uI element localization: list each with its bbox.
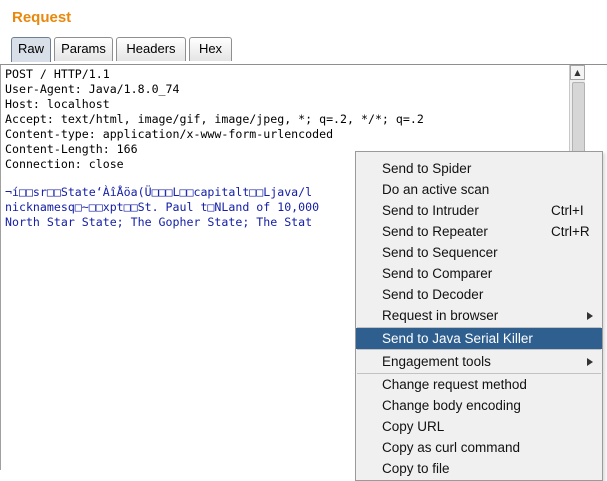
menu-item-label: Change request method: [382, 377, 527, 392]
menu-item-label: Send to Spider: [382, 161, 472, 176]
menu-item-label: Change body encoding: [382, 398, 521, 413]
menu-item-label: Copy as curl command: [382, 440, 521, 455]
menu-item-label: Send to Decoder: [382, 287, 484, 302]
menu-item-send-to-decoder[interactable]: Send to Decoder: [356, 284, 602, 305]
menu-item-shortcut: Ctrl+R: [551, 224, 590, 239]
request-line: POST / HTTP/1.1: [5, 67, 110, 81]
menu-item-change-body-encoding[interactable]: Change body encoding: [356, 395, 602, 416]
tab-raw[interactable]: Raw: [11, 37, 51, 62]
header-line: Content-type: application/x-www-form-url…: [5, 127, 334, 141]
menu-item-label: Copy URL: [382, 419, 445, 434]
header-line: Connection: close: [5, 157, 124, 171]
header-line: Accept: text/html, image/gif, image/jpeg…: [5, 112, 424, 126]
menu-item-copy-url[interactable]: Copy URL: [356, 416, 602, 437]
menu-item-copy-to-file[interactable]: Copy to file: [356, 458, 602, 479]
menu-item-send-to-spider[interactable]: Send to Spider: [356, 158, 602, 179]
menu-item-label: Do an active scan: [382, 182, 490, 197]
tab-headers[interactable]: Headers: [116, 37, 186, 61]
header-line: User-Agent: Java/1.8.0_74: [5, 82, 180, 96]
scroll-up-arrow-icon[interactable]: ▲: [570, 65, 585, 80]
menu-item-request-in-browser[interactable]: Request in browser: [356, 305, 602, 326]
tab-params[interactable]: Params: [54, 37, 113, 61]
request-panel-title: Request: [12, 9, 72, 26]
menu-item-shortcut: Ctrl+I: [551, 203, 584, 218]
menu-item-send-to-intruder[interactable]: Send to Intruder Ctrl+I: [356, 200, 602, 221]
menu-item-label: Send to Java Serial Killer: [382, 331, 533, 346]
menu-item-label: Send to Comparer: [382, 266, 493, 281]
menu-item-copy-as-curl[interactable]: Copy as curl command: [356, 437, 602, 458]
tab-hex[interactable]: Hex: [189, 37, 232, 61]
menu-item-label: Send to Intruder: [382, 203, 479, 218]
body-line: nicknamesq□~□□xpt□□St. Paul t□NLand of 1…: [5, 200, 320, 214]
menu-item-send-to-comparer[interactable]: Send to Comparer: [356, 263, 602, 284]
menu-item-label: Engagement tools: [382, 354, 491, 369]
menu-item-label: Copy to file: [382, 461, 450, 476]
body-line: North Star State; The Gopher State; The …: [5, 215, 313, 229]
menu-item-active-scan[interactable]: Do an active scan: [356, 179, 602, 200]
menu-item-engagement-tools[interactable]: Engagement tools: [356, 351, 602, 372]
menu-item-label: Send to Repeater: [382, 224, 488, 239]
menu-separator: [357, 349, 601, 350]
body-line: ¬í□□sr□□State‘ÀîÅöa(Ü□□□L□□capitalt□□Lja…: [5, 185, 313, 199]
submenu-arrow-icon: [587, 312, 593, 320]
menu-item-send-to-sequencer[interactable]: Send to Sequencer: [356, 242, 602, 263]
context-menu: Send to Spider Do an active scan Send to…: [355, 151, 603, 481]
menu-item-change-request-method[interactable]: Change request method: [356, 374, 602, 395]
header-line: Host: localhost: [5, 97, 110, 111]
menu-item-send-to-repeater[interactable]: Send to Repeater Ctrl+R: [356, 221, 602, 242]
submenu-arrow-icon: [587, 358, 593, 366]
header-line: Content-Length: 166: [5, 142, 138, 156]
menu-item-label: Send to Sequencer: [382, 245, 498, 260]
menu-item-label: Request in browser: [382, 308, 499, 323]
menu-item-send-to-java-serial-killer[interactable]: Send to Java Serial Killer: [356, 328, 602, 349]
